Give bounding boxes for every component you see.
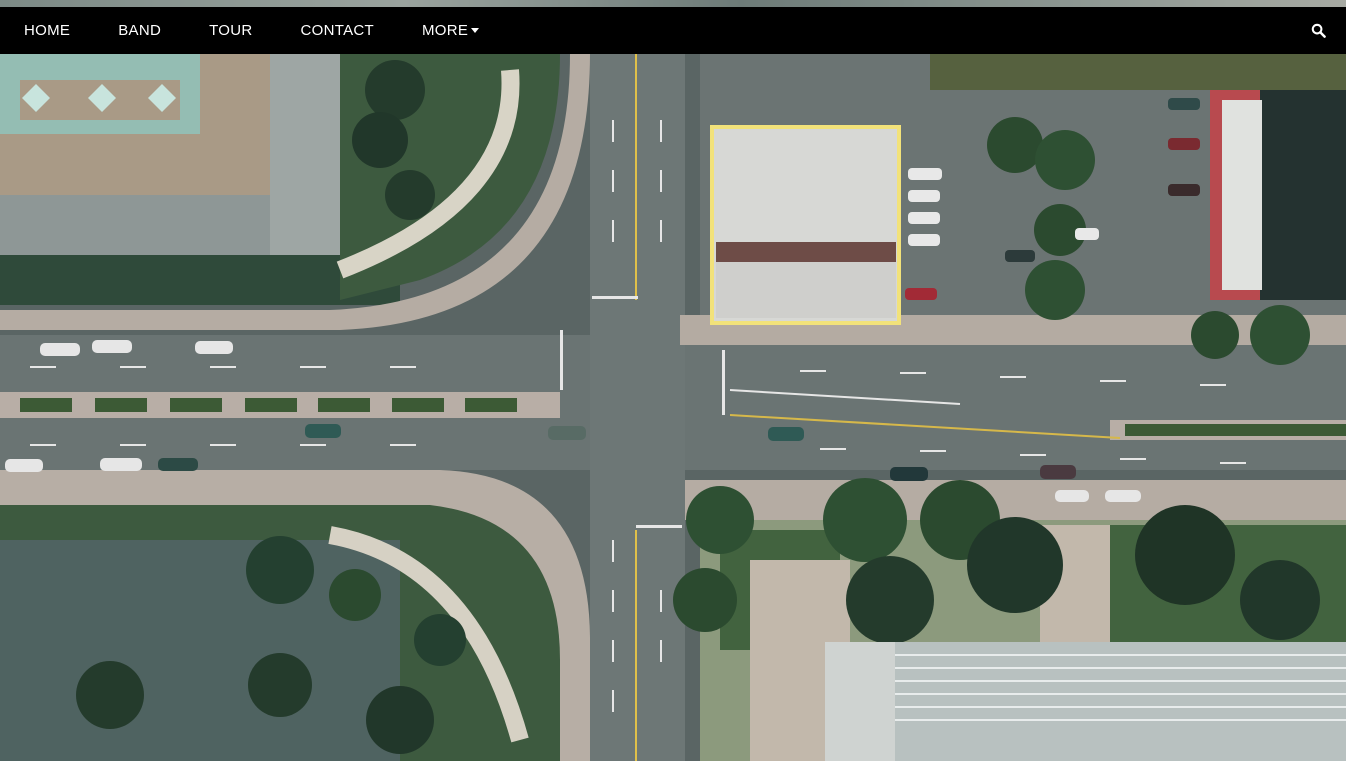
search-icon — [1311, 23, 1326, 38]
nav-contact[interactable]: CONTACT — [277, 7, 398, 54]
nav-band[interactable]: BAND — [94, 7, 185, 54]
caret-down-icon — [471, 28, 480, 33]
aerial-city-image — [0, 0, 1346, 761]
nav-home[interactable]: HOME — [0, 7, 94, 54]
nav-contact-label: CONTACT — [300, 22, 374, 39]
nav-tour[interactable]: TOUR — [185, 7, 276, 54]
search-button[interactable] — [1290, 7, 1346, 54]
top-navbar: HOME BAND TOUR CONTACT MORE — [0, 7, 1346, 54]
nav-home-label: HOME — [24, 22, 71, 39]
nav-band-label: BAND — [118, 22, 162, 39]
nav-more-label: MORE — [422, 22, 469, 39]
nav-more-dropdown[interactable]: MORE — [398, 7, 503, 54]
nav-tour-label: TOUR — [209, 22, 253, 39]
page: HOME BAND TOUR CONTACT MORE — [0, 0, 1346, 761]
hero-image — [0, 0, 1346, 761]
top-image-strip — [0, 0, 1346, 7]
